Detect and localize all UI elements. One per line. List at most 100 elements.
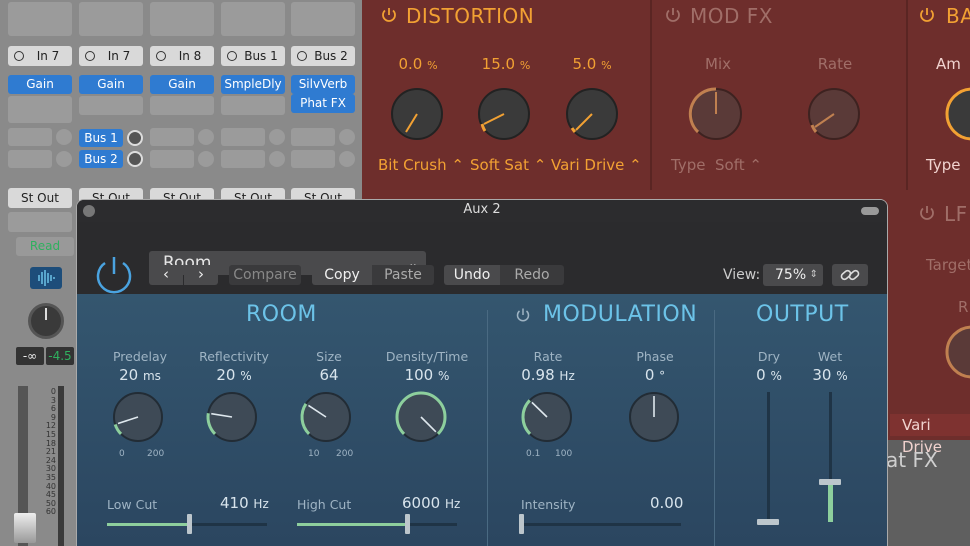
mix-knob[interactable] bbox=[688, 86, 744, 142]
eq-thumbnail[interactable] bbox=[291, 2, 355, 36]
send-slot-empty[interactable] bbox=[8, 150, 52, 168]
insert-slot-empty[interactable] bbox=[221, 96, 285, 115]
send-slot-empty[interactable] bbox=[150, 128, 194, 146]
density-time-knob[interactable] bbox=[393, 389, 449, 445]
title-bar[interactable]: Aux 2 bbox=[77, 200, 887, 222]
eq-thumbnail[interactable] bbox=[150, 2, 214, 36]
channel-strip-1: In 7 Gain St Out Read -∞ -4.5 0 3 6 9 12 15 18… bbox=[6, 0, 74, 546]
dry-track[interactable] bbox=[767, 392, 770, 522]
compare-button[interactable]: Compare bbox=[229, 265, 301, 285]
low-cut-handle[interactable] bbox=[187, 514, 192, 534]
send-knob[interactable] bbox=[198, 129, 214, 145]
redo-button[interactable]: Redo bbox=[500, 265, 564, 285]
amount-knob[interactable] bbox=[944, 86, 970, 142]
insert-slot[interactable]: Phat FX bbox=[291, 94, 355, 113]
send-knob[interactable] bbox=[127, 151, 143, 167]
send-slot-empty[interactable] bbox=[221, 128, 265, 146]
bypass-power-icon[interactable] bbox=[93, 254, 135, 296]
mono-stereo-icon[interactable] bbox=[85, 51, 95, 61]
eq-thumbnail[interactable] bbox=[8, 2, 72, 36]
mono-stereo-icon[interactable] bbox=[14, 51, 24, 61]
send-slot-empty[interactable] bbox=[221, 150, 265, 168]
phase-knob[interactable] bbox=[626, 389, 682, 445]
power-icon[interactable] bbox=[918, 204, 936, 222]
input-slot[interactable]: In 7 bbox=[8, 46, 72, 66]
high-cut-handle[interactable] bbox=[405, 514, 410, 534]
view-zoom-select[interactable]: 75% ⇕ bbox=[763, 264, 823, 286]
ba-type-selector[interactable]: Type bbox=[926, 156, 960, 174]
power-icon[interactable] bbox=[380, 6, 398, 24]
type-selector[interactable]: Type Soft ⌃ bbox=[671, 156, 762, 174]
intensity-track[interactable] bbox=[521, 523, 681, 526]
predelay-knob[interactable] bbox=[110, 389, 166, 445]
rate-knob[interactable] bbox=[519, 389, 575, 445]
type-label: Type bbox=[671, 156, 706, 174]
bit-crush-knob[interactable] bbox=[389, 86, 445, 142]
undo-button[interactable]: Undo bbox=[444, 265, 500, 285]
send-knob[interactable] bbox=[269, 151, 285, 167]
plugin-name: at FX bbox=[886, 448, 938, 472]
input-slot[interactable]: Bus 2 bbox=[291, 46, 355, 66]
copy-button[interactable]: Copy bbox=[312, 265, 372, 285]
intensity-handle[interactable] bbox=[519, 514, 524, 534]
type-label: Type bbox=[926, 156, 961, 174]
send-slot-empty[interactable] bbox=[150, 150, 194, 168]
insert-slot[interactable]: Gain bbox=[150, 75, 214, 94]
send-slot-empty[interactable] bbox=[291, 150, 335, 168]
input-slot[interactable]: In 7 bbox=[79, 46, 143, 66]
send-knob[interactable] bbox=[56, 151, 72, 167]
send-knob[interactable] bbox=[339, 129, 355, 145]
input-slot[interactable]: Bus 1 bbox=[221, 46, 285, 66]
next-preset-button[interactable]: › bbox=[184, 265, 218, 285]
send-knob[interactable] bbox=[56, 129, 72, 145]
mono-stereo-icon[interactable] bbox=[156, 51, 166, 61]
lfo-rate-knob[interactable] bbox=[944, 324, 970, 380]
send-slot-empty[interactable] bbox=[8, 128, 52, 146]
automation-mode[interactable]: Read bbox=[16, 237, 74, 256]
reflectivity-knob[interactable] bbox=[204, 389, 260, 445]
send-slot[interactable]: Bus 1 bbox=[79, 129, 123, 147]
insert-slot[interactable]: SmpleDly bbox=[221, 75, 285, 94]
bit-crush-selector[interactable]: Bit Crush ⌃ bbox=[378, 156, 464, 174]
power-icon[interactable] bbox=[918, 6, 936, 24]
soft-sat-selector[interactable]: Soft Sat ⌃ bbox=[470, 156, 546, 174]
insert-slot-empty[interactable] bbox=[150, 96, 214, 115]
group-slot[interactable] bbox=[8, 212, 72, 232]
soft-sat-knob[interactable] bbox=[476, 86, 532, 142]
mono-stereo-icon[interactable] bbox=[297, 51, 307, 61]
volume-fader-handle[interactable] bbox=[14, 513, 36, 543]
previous-preset-button[interactable]: ‹ bbox=[149, 265, 183, 285]
insert-slot-empty[interactable] bbox=[8, 104, 72, 123]
mono-stereo-icon[interactable] bbox=[227, 51, 237, 61]
send-knob[interactable] bbox=[339, 151, 355, 167]
paste-button[interactable]: Paste bbox=[372, 265, 434, 285]
insert-slot-empty[interactable] bbox=[79, 96, 143, 115]
vari-drive-selector[interactable]: Vari Drive ⌃ bbox=[551, 156, 642, 174]
dry-handle[interactable] bbox=[757, 519, 779, 525]
modulation-power-icon[interactable] bbox=[515, 307, 531, 323]
wet-handle[interactable] bbox=[819, 479, 841, 485]
insert-slot[interactable]: Vari Drive bbox=[890, 414, 970, 456]
send-knob[interactable] bbox=[127, 130, 143, 146]
pan-knob[interactable] bbox=[28, 303, 64, 339]
size-knob[interactable] bbox=[298, 389, 354, 445]
send-slot[interactable]: Bus 2 bbox=[79, 150, 123, 168]
link-button[interactable] bbox=[832, 264, 868, 286]
output-slot[interactable]: St Out bbox=[8, 188, 72, 208]
value-unit: ms bbox=[142, 369, 161, 383]
vari-drive-knob[interactable] bbox=[564, 86, 620, 142]
eq-thumbnail[interactable] bbox=[221, 2, 285, 36]
send-slot-empty[interactable] bbox=[291, 128, 335, 146]
power-icon[interactable] bbox=[664, 6, 682, 24]
insert-slot[interactable]: Gain bbox=[8, 75, 72, 94]
collapse-button[interactable] bbox=[861, 207, 879, 215]
size-value: 64 bbox=[289, 366, 369, 384]
insert-slot[interactable]: SilvVerb bbox=[291, 75, 355, 94]
value-number: 6000 bbox=[402, 494, 441, 512]
eq-thumbnail[interactable] bbox=[79, 2, 143, 36]
send-knob[interactable] bbox=[269, 129, 285, 145]
input-slot[interactable]: In 8 bbox=[150, 46, 214, 66]
rate-knob[interactable] bbox=[806, 86, 862, 142]
send-knob[interactable] bbox=[198, 151, 214, 167]
insert-slot[interactable]: Gain bbox=[79, 75, 143, 94]
